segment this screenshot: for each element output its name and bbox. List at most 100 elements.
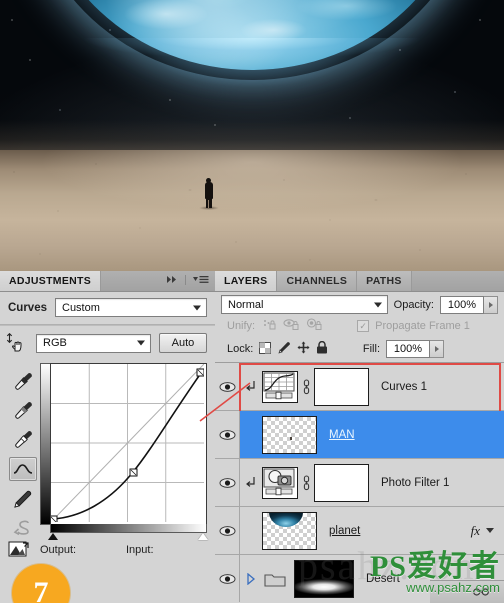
eye-icon (219, 525, 235, 536)
propagate-label: Propagate Frame 1 (375, 320, 470, 332)
table-row[interactable]: Photo Filter 1 (215, 459, 504, 507)
preset-dropdown[interactable]: Custom (55, 298, 207, 317)
lock-image-icon[interactable] (277, 341, 291, 357)
layer-visibility-toggle[interactable] (215, 411, 240, 458)
fill-stepper[interactable] (430, 340, 444, 358)
layer-name[interactable]: MAN (329, 429, 355, 441)
propagate-checkbox[interactable]: ✓ (357, 320, 370, 332)
lock-row: Lock: Fill: 100% (221, 337, 498, 362)
layers-bottom-toolbar: fx (430, 580, 504, 603)
layer-name[interactable]: Photo Filter 1 (381, 477, 449, 489)
layer-thumbnail[interactable] (262, 370, 298, 403)
tab-channels[interactable]: CHANNELS (277, 271, 358, 291)
layer-list: Curves 1 MAN Photo Filter 1 planet fx De… (215, 362, 504, 602)
opacity-control[interactable]: 100% (440, 295, 498, 314)
layer-thumbnail[interactable] (262, 511, 317, 550)
layer-visibility-toggle[interactable] (215, 507, 240, 554)
expand-effects-icon[interactable] (486, 528, 494, 533)
eye-icon (219, 573, 235, 584)
blend-opacity-row: Normal Opacity: 100% (221, 295, 498, 314)
man-leg-gap (208, 200, 209, 208)
preset-value: Custom (62, 301, 100, 314)
curves-header-row: Curves Custom (0, 292, 215, 322)
auto-button[interactable]: Auto (159, 333, 207, 353)
layer-name[interactable]: Desert (366, 573, 400, 585)
black-input-slider[interactable] (48, 533, 58, 540)
mask-link-icon[interactable] (298, 474, 314, 491)
chevron-down-icon (193, 305, 201, 310)
pencil-draw-curve-icon[interactable] (10, 488, 36, 510)
eye-icon (219, 477, 235, 488)
channel-row: RGB Auto (0, 326, 215, 359)
clipping-mask-arrow-icon (240, 476, 262, 490)
black-point-eyedropper-icon[interactable] (10, 370, 36, 392)
man-silhouette (203, 178, 214, 208)
unify-label: Unify: (227, 320, 256, 332)
blend-mode-value: Normal (228, 298, 264, 311)
gray-point-eyedropper-icon[interactable] (10, 399, 36, 421)
planet-earth (37, 0, 467, 70)
opacity-input[interactable]: 100% (440, 295, 484, 314)
chevron-down-icon (373, 302, 382, 307)
curve-plot[interactable] (49, 363, 207, 525)
photoshop-window: ADJUSTMENTS Curves Custom RGB Auto Outpu… (0, 0, 504, 603)
clip-to-layer-icon[interactable] (8, 541, 30, 559)
layer-visibility-toggle[interactable] (215, 363, 240, 410)
panel-dock: ADJUSTMENTS Curves Custom RGB Auto Outpu… (0, 271, 504, 603)
tab-paths[interactable]: PATHS (357, 271, 412, 291)
mask-link-icon[interactable] (298, 378, 314, 395)
lock-transparency-icon[interactable] (259, 341, 272, 357)
group-mask-thumbnail[interactable] (294, 559, 354, 598)
layer-effects-indicator[interactable]: fx (471, 523, 494, 539)
input-label: Input: (126, 544, 154, 556)
opacity-label: Opacity: (393, 298, 434, 311)
layers-tabbar: LAYERS CHANNELS PATHS (215, 271, 504, 292)
fill-control[interactable]: 100% (386, 340, 444, 358)
unify-position-icon[interactable] (261, 318, 277, 334)
channel-dropdown[interactable]: RGB (36, 333, 151, 353)
desert-ground (0, 150, 504, 271)
adjustments-body: Curves Custom RGB Auto Output: Input: 7 (0, 292, 215, 603)
tab-adjustments[interactable]: ADJUSTMENTS (0, 271, 102, 291)
lock-all-icon[interactable] (316, 340, 328, 357)
smooth-curve-icon[interactable] (10, 517, 36, 539)
layer-name[interactable]: planet (329, 525, 360, 537)
image-canvas[interactable] (0, 0, 504, 271)
white-point-eyedropper-icon[interactable] (10, 428, 36, 450)
panel-menu-icon[interactable] (193, 275, 209, 287)
group-expand-arrow-icon[interactable] (240, 572, 262, 585)
white-input-slider[interactable] (198, 533, 208, 540)
lock-label: Lock: (227, 343, 254, 355)
unify-row: Unify: ✓ Propagate Frame 1 (221, 314, 498, 337)
table-row[interactable]: planet fx (215, 507, 504, 555)
chevron-down-icon (137, 340, 145, 346)
layer-style-fx-icon[interactable]: fx (471, 523, 480, 539)
lock-position-icon[interactable] (297, 341, 310, 357)
table-row[interactable]: MAN (215, 411, 504, 459)
clipping-mask-arrow-icon (240, 380, 262, 394)
layer-mask-thumbnail[interactable] (314, 367, 369, 406)
blend-mode-dropdown[interactable]: Normal (221, 295, 388, 314)
unify-style-icon[interactable] (306, 318, 323, 334)
layer-thumbnail[interactable] (262, 466, 298, 499)
layer-name[interactable]: Curves 1 (381, 381, 427, 393)
output-input-row: Output: Input: (40, 544, 210, 556)
layer-mask-thumbnail[interactable] (314, 463, 369, 502)
opacity-stepper[interactable] (484, 295, 498, 314)
fill-input[interactable]: 100% (386, 340, 430, 358)
table-row[interactable]: Curves 1 (215, 363, 504, 413)
layer-visibility-toggle[interactable] (215, 555, 240, 602)
layer-thumbnail[interactable] (262, 415, 317, 454)
layers-tabbar-filler (411, 271, 504, 291)
input-gradient-strip (50, 524, 207, 533)
unify-visibility-icon[interactable] (283, 318, 300, 334)
layer-visibility-toggle[interactable] (215, 459, 240, 506)
link-layers-icon[interactable] (473, 587, 489, 597)
layers-panel: LAYERS CHANNELS PATHS Normal Opacity: 10… (215, 271, 504, 603)
tab-layers[interactable]: LAYERS (215, 271, 278, 291)
target-adjustment-icon[interactable] (6, 332, 28, 353)
curve-point-tool-icon[interactable] (9, 457, 37, 481)
curves-title: Curves (8, 301, 47, 314)
double-arrow-right-icon[interactable] (166, 275, 179, 287)
adjustments-tabbar: ADJUSTMENTS (0, 271, 215, 292)
